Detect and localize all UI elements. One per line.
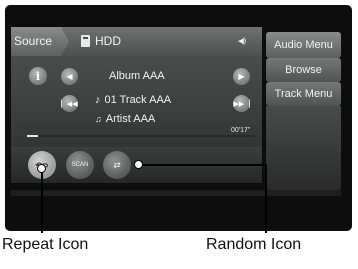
hdd-icon	[81, 35, 90, 47]
menu-panel-filler	[266, 106, 341, 190]
browse-button[interactable]: Browse	[266, 58, 341, 82]
track-title-row: ♪ 01 Track AAA	[95, 94, 171, 106]
progress-bar	[27, 135, 255, 137]
random-callout-line-vertical	[265, 164, 267, 233]
info-button[interactable]: i	[29, 67, 47, 85]
random-button[interactable]: ⇄	[103, 151, 131, 179]
source-value: HDD	[95, 34, 121, 48]
speaker-volume-icon: ◀))	[238, 38, 246, 45]
skip-forward-button[interactable]: ▶▶▕	[233, 95, 250, 112]
elapsed-time: 00'17"	[231, 127, 251, 134]
chevron-left-icon: ◀	[66, 72, 73, 81]
track-menu-button[interactable]: Track Menu	[266, 82, 341, 106]
previous-folder-button[interactable]: ◀	[61, 68, 78, 85]
artist-row: ♫ Artist AAA	[95, 113, 155, 125]
artist-name: Artist AAA	[105, 113, 156, 125]
source-label[interactable]: Source	[14, 34, 52, 48]
repeat-icon-caption: Repeat Icon	[2, 236, 89, 253]
random-icon: ⇄	[113, 159, 121, 170]
chevron-right-icon: ▶	[238, 72, 245, 81]
random-callout-dot	[134, 160, 143, 169]
random-icon-caption: Random Icon	[206, 236, 302, 253]
repeat-callout-line	[41, 168, 43, 233]
skip-back-button[interactable]: ▏◀◀	[61, 95, 78, 112]
lower-band	[11, 190, 341, 196]
artist-icon: ♫	[95, 114, 102, 124]
progress-fill	[27, 135, 39, 137]
skip-forward-icon: ▶▶▕	[233, 100, 250, 108]
repeat-callout-dot	[37, 164, 46, 173]
album-title: Album AAA	[109, 70, 165, 82]
scan-button[interactable]: SCAN	[66, 151, 94, 179]
audio-menu-button[interactable]: Audio Menu	[266, 32, 341, 58]
music-note-icon: ♪	[95, 94, 101, 106]
track-title: 01 Track AAA	[104, 94, 172, 106]
next-folder-button[interactable]: ▶	[233, 68, 250, 85]
random-callout-line	[139, 164, 267, 166]
skip-back-icon: ▏◀◀	[61, 100, 78, 108]
